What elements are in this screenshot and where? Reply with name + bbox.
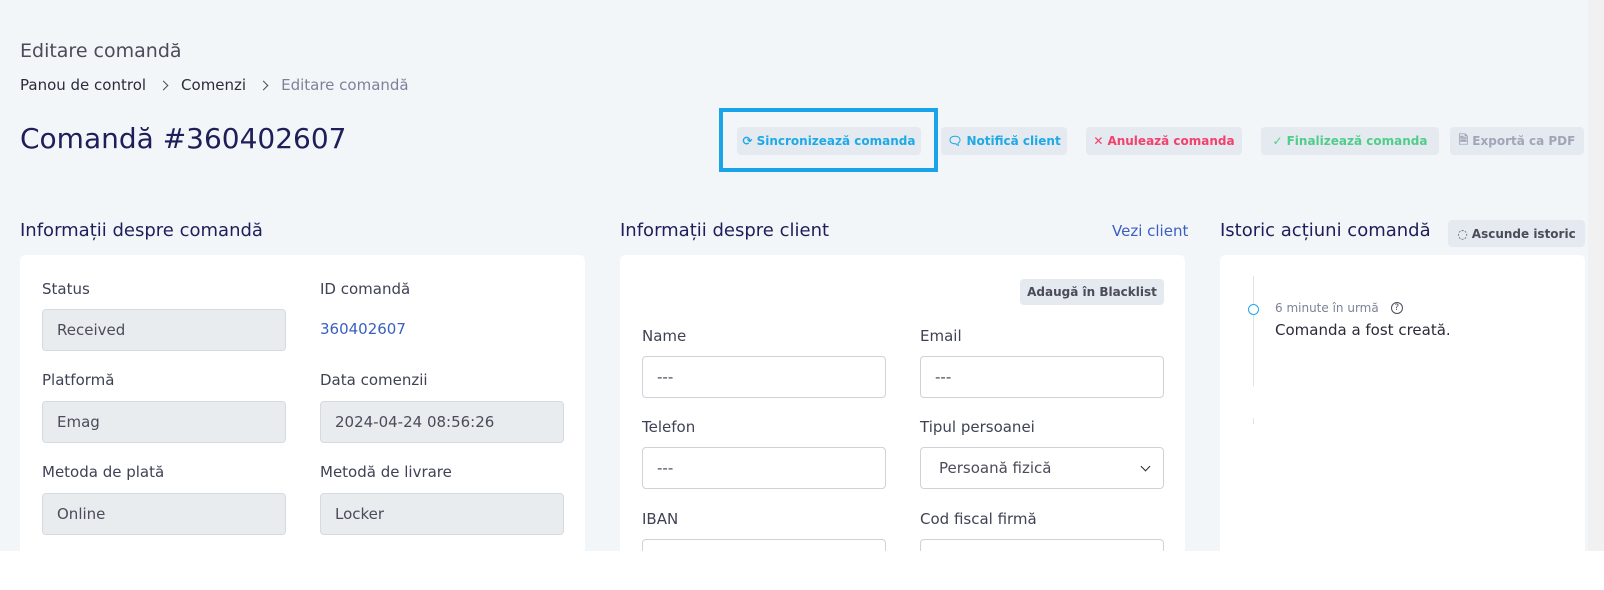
person-type-select[interactable]: Persoană fizică bbox=[920, 447, 1164, 489]
phone-input[interactable]: --- bbox=[642, 447, 886, 489]
order-id-link[interactable]: 360402607 bbox=[320, 320, 406, 338]
order-info-title: Informații despre comandă bbox=[20, 220, 263, 241]
delivery-method-field: Locker bbox=[320, 493, 564, 535]
order-id-label: ID comandă bbox=[320, 280, 411, 298]
status-label: Status bbox=[42, 280, 90, 298]
finalize-order-label: Finalizează comanda bbox=[1286, 134, 1428, 148]
breadcrumb-dashboard[interactable]: Panou de control bbox=[20, 76, 146, 94]
history-card bbox=[1220, 255, 1585, 551]
vertical-scrollbar[interactable] bbox=[1588, 0, 1604, 551]
payment-method-label: Metoda de plată bbox=[42, 463, 165, 481]
timeline-entry-text: Comanda a fost creată. bbox=[1275, 321, 1451, 339]
person-type-value: Persoană fizică bbox=[939, 459, 1052, 477]
check-icon: ✓ bbox=[1272, 134, 1283, 148]
order-date-label: Data comenzii bbox=[320, 371, 428, 389]
notify-client-label: Notifică client bbox=[966, 134, 1061, 148]
cancel-order-label: Anulează comanda bbox=[1107, 134, 1235, 148]
timeline-entry-time: 6 minute în urmă ? bbox=[1275, 301, 1403, 315]
page: Editare comandă Panou de control Comenzi… bbox=[0, 0, 1604, 551]
email-label: Email bbox=[920, 327, 962, 345]
file-pdf-icon: 🗎 bbox=[1458, 132, 1469, 147]
chat-icon: 🗨 bbox=[947, 134, 963, 148]
platform-label: Platformă bbox=[42, 371, 115, 389]
page-title: Comandă #360402607 bbox=[20, 122, 347, 155]
highlight-box bbox=[719, 108, 938, 172]
timeline-line bbox=[1253, 276, 1254, 386]
name-input[interactable]: --- bbox=[642, 356, 886, 398]
phone-label: Telefon bbox=[642, 418, 696, 436]
timeline-line bbox=[1253, 418, 1254, 424]
timeline-dot-icon bbox=[1248, 304, 1259, 315]
name-label: Name bbox=[642, 327, 687, 345]
iban-input[interactable] bbox=[642, 539, 886, 551]
order-date-field: 2024-04-24 08:56:26 bbox=[320, 401, 564, 443]
fiscal-code-input[interactable] bbox=[920, 539, 1164, 551]
export-pdf-label: Exportă ca PDF bbox=[1472, 134, 1576, 148]
add-to-blacklist-button[interactable]: Adaugă în Blacklist bbox=[1020, 279, 1164, 305]
breadcrumb-edit-order: Editare comandă bbox=[281, 76, 409, 94]
hide-history-button[interactable]: ◌ Ascunde istoric bbox=[1448, 220, 1585, 247]
eye-slash-icon: ◌ bbox=[1457, 226, 1468, 241]
hide-history-label: Ascunde istoric bbox=[1471, 226, 1576, 241]
chevron-down-icon bbox=[1140, 461, 1151, 472]
toolbar-title: Editare comandă bbox=[20, 40, 182, 62]
breadcrumb-orders[interactable]: Comenzi bbox=[181, 76, 246, 94]
close-icon: ✕ bbox=[1093, 134, 1104, 148]
delivery-method-label: Metodă de livrare bbox=[320, 463, 452, 481]
status-field: Received bbox=[42, 309, 286, 351]
fiscal-code-label: Cod fiscal firmă bbox=[920, 510, 1037, 528]
history-title: Istoric acțiuni comandă bbox=[1220, 220, 1431, 241]
chevron-right-icon bbox=[158, 80, 169, 90]
email-input[interactable]: --- bbox=[920, 356, 1164, 398]
cancel-order-button[interactable]: ✕ Anulează comanda bbox=[1086, 127, 1242, 155]
chevron-right-icon bbox=[258, 80, 269, 90]
iban-label: IBAN bbox=[642, 510, 679, 528]
finalize-order-button[interactable]: ✓ Finalizează comanda bbox=[1261, 127, 1439, 155]
client-info-title: Informații despre client bbox=[620, 220, 830, 241]
breadcrumb: Panou de control Comenzi Editare comandă bbox=[20, 76, 409, 94]
view-client-link[interactable]: Vezi client bbox=[1112, 222, 1188, 240]
notify-client-button[interactable]: 🗨 Notifică client bbox=[941, 127, 1067, 155]
timeline-time-text: 6 minute în urmă bbox=[1275, 301, 1379, 315]
payment-method-field: Online bbox=[42, 493, 286, 535]
export-pdf-button[interactable]: 🗎 Exportă ca PDF bbox=[1450, 127, 1584, 155]
help-icon[interactable]: ? bbox=[1390, 302, 1403, 314]
platform-field: Emag bbox=[42, 401, 286, 443]
person-type-label: Tipul persoanei bbox=[920, 418, 1035, 436]
